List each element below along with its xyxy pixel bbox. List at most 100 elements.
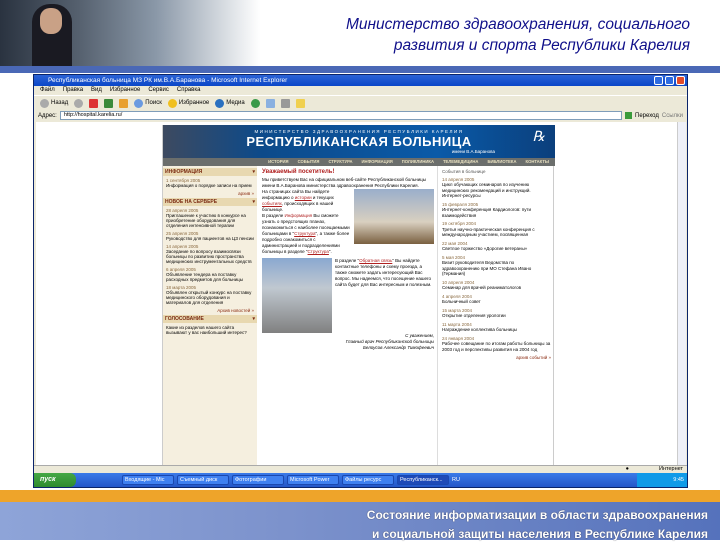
menu-view[interactable]: Вид <box>91 87 102 93</box>
slide-header: Министерство здравоохранения, социальног… <box>0 0 720 66</box>
banner-name: РЕСПУБЛИКАНСКАЯ БОЛЬНИЦА <box>246 134 472 149</box>
home-button[interactable] <box>119 98 129 108</box>
list-item[interactable]: 18 марта 2005 Объявлен открытый конкурс н… <box>166 285 254 305</box>
vertical-scrollbar[interactable] <box>677 122 686 465</box>
address-label: Адрес: <box>38 112 57 119</box>
header-divider <box>0 66 720 73</box>
left-column: ИНФОРМАЦИЯ ▾ 1 сентября 2005 Информация о … <box>163 166 257 465</box>
search-button[interactable]: Поиск <box>134 98 162 108</box>
events-link[interactable]: событиях <box>262 201 282 206</box>
event-item[interactable]: 10 апреля 2004 Семинар для врачей реанима… <box>442 280 551 291</box>
info-link[interactable]: Информация <box>285 213 313 218</box>
news-header[interactable]: НОВОЕ НА СЕРВЕРЕ ▾ <box>163 198 257 206</box>
start-button[interactable]: пуск <box>34 473 76 487</box>
close-button[interactable] <box>676 76 685 85</box>
taskbar-item[interactable]: Microsoft Power <box>287 475 339 485</box>
event-text: Цикл обучающих семинаров по изучению мед… <box>442 182 531 198</box>
history-link[interactable]: истории <box>295 195 312 200</box>
list-item[interactable]: 14 апреля 2005 Заседание по вопросу взаим… <box>166 244 254 264</box>
text: В разделе " <box>335 258 360 263</box>
links-button[interactable]: Ссылки <box>662 113 683 119</box>
event-item[interactable]: 15 февраля 2005 Интернет-конференция Кард… <box>442 202 551 219</box>
event-item[interactable]: 15 марта 2004 Открытие отделения урологии <box>442 308 551 319</box>
go-button[interactable]: Переход <box>635 113 659 119</box>
event-item[interactable]: 11 марта 2004 Награждение коллектива боль… <box>442 322 551 333</box>
chevron-down-icon: ▾ <box>252 199 255 205</box>
event-item[interactable]: 22 мая 2004 Светлое торжество «Дорогие ве… <box>442 241 551 252</box>
nav-info[interactable]: ИНФОРМАЦИЯ <box>362 159 393 165</box>
welcome-paragraph: Мы приветствуем Вас на официальном веб-с… <box>262 177 426 188</box>
nav-events[interactable]: СОБЫТИЯ <box>298 159 320 165</box>
nav-telemedicine[interactable]: ТЕЛЕМЕДИЦИНА <box>443 159 478 165</box>
menu-bar: Файл Правка Вид Избранное Сервис Справка <box>34 86 687 95</box>
event-item[interactable]: 4 апреля 2004 Больничный совет <box>442 294 551 305</box>
signature: С уважением, Главный врач Республиканско… <box>262 333 434 351</box>
back-button[interactable]: Назад <box>40 98 68 108</box>
language-indicator[interactable]: RU <box>452 477 460 483</box>
menu-edit[interactable]: Правка <box>63 87 83 93</box>
list-item[interactable]: 28 апреля 2005 Приглашение к участию в ко… <box>166 208 254 228</box>
stop-button[interactable] <box>89 98 99 108</box>
nav-structure[interactable]: СТРУКТУРА <box>328 159 352 165</box>
contacts-link[interactable]: Обратная связь <box>359 258 392 263</box>
site-banner: МИНИСТЕРСТВО ЗДРАВООХРАНЕНИЯ РЕСПУБЛИКИ … <box>163 125 555 158</box>
nav-contacts[interactable]: КОНТАКТЫ <box>526 159 549 165</box>
structure-link[interactable]: Структура <box>294 231 315 236</box>
event-item[interactable]: 5 мая 2004 Визит руководителя Ведомства п… <box>442 255 551 277</box>
nav-clinic[interactable]: ПОЛИКЛИНИКА <box>402 159 434 165</box>
favorites-button[interactable]: Избранное <box>167 98 209 108</box>
clock: 9:45 <box>673 477 684 483</box>
nav-library[interactable]: БИБЛИОТЕКА <box>487 159 516 165</box>
event-text: Открытие отделения урологии <box>442 313 506 318</box>
poll-header[interactable]: ГОЛОСОВАНИЕ ▾ <box>163 315 257 323</box>
news-archive-link[interactable]: Архив новостей » <box>166 308 254 313</box>
menu-help[interactable]: Справка <box>177 87 201 93</box>
nav-history[interactable]: ИСТОРИЯ <box>268 159 288 165</box>
event-item[interactable]: 19 октября 2004 Третья научно-практическа… <box>442 221 551 238</box>
folder-button[interactable] <box>295 98 305 108</box>
slide-subtitle: Состояние информатизации в области здрав… <box>367 506 708 544</box>
list-item[interactable]: 6 апреля 2005 Объявление тендера на поста… <box>166 267 254 282</box>
events-archive-link[interactable]: архив событий » <box>442 355 551 361</box>
event-item[interactable]: 14 апреля 2005 Цикл обучающих семинаров п… <box>442 177 551 199</box>
hospital-site: МИНИСТЕРСТВО ЗДРАВООХРАНЕНИЯ РЕСПУБЛИКИ … <box>162 125 555 465</box>
slide-subtitle-line2: и социальной защиты населения в Республи… <box>371 527 708 541</box>
menu-file[interactable]: Файл <box>40 87 55 93</box>
building-photo <box>262 258 332 333</box>
go-icon[interactable] <box>625 112 633 119</box>
info-header[interactable]: ИНФОРМАЦИЯ ▾ <box>163 168 257 176</box>
menu-tools[interactable]: Сервис <box>148 87 169 93</box>
forward-button[interactable] <box>74 98 84 108</box>
structure-link-2[interactable]: Структура <box>308 249 329 254</box>
info-archive-link[interactable]: архив » <box>166 191 254 196</box>
item-text: Приглашение к участию в конкурсе на прио… <box>166 213 246 228</box>
text: и текущих <box>311 195 334 200</box>
item-text: Руководство для пациентов на ЦЗ пенсии <box>166 236 254 241</box>
slide-title-line2: развития и спорта Республики Карелия <box>393 37 690 54</box>
taskbar-item[interactable]: Входящие - Mic <box>122 475 174 485</box>
refresh-icon <box>104 98 114 108</box>
status-zone: Интернет <box>659 466 683 472</box>
event-text: Рабочее совещание по итогам работы больн… <box>442 341 551 352</box>
minimize-button[interactable] <box>654 76 663 85</box>
page-content: МИНИСТЕРСТВО ЗДРАВООХРАНЕНИЯ РЕСПУБЛИКИ … <box>36 122 677 465</box>
taskbar-item-active[interactable]: Республиканск... <box>397 475 449 485</box>
event-item[interactable]: 24 января 2004 Рабочее совещание по итога… <box>442 336 551 353</box>
chevron-down-icon: ▾ <box>252 169 255 175</box>
taskbar-item[interactable]: Фотографии <box>232 475 284 485</box>
taskbar-item[interactable]: Файлы ресурс <box>342 475 394 485</box>
taskbar-item[interactable]: Съемный диск <box>177 475 229 485</box>
refresh-button[interactable] <box>104 98 114 108</box>
maximize-button[interactable] <box>665 76 674 85</box>
address-input[interactable]: http://hospital.karelia.ru/ <box>59 111 623 120</box>
search-icon <box>134 98 144 108</box>
list-item[interactable]: 25 апреля 2005 Руководство для пациентов … <box>166 231 254 241</box>
menu-favorites[interactable]: Избранное <box>110 87 140 93</box>
site-logo: ℞ <box>532 130 545 145</box>
mail-button[interactable] <box>265 98 275 108</box>
history-button[interactable] <box>250 98 260 108</box>
list-item[interactable]: 1 сентября 2005 Информация о порядке запи… <box>166 178 254 188</box>
print-button[interactable] <box>280 98 290 108</box>
media-button[interactable]: Медиа <box>215 98 245 108</box>
mail-icon <box>265 98 275 108</box>
